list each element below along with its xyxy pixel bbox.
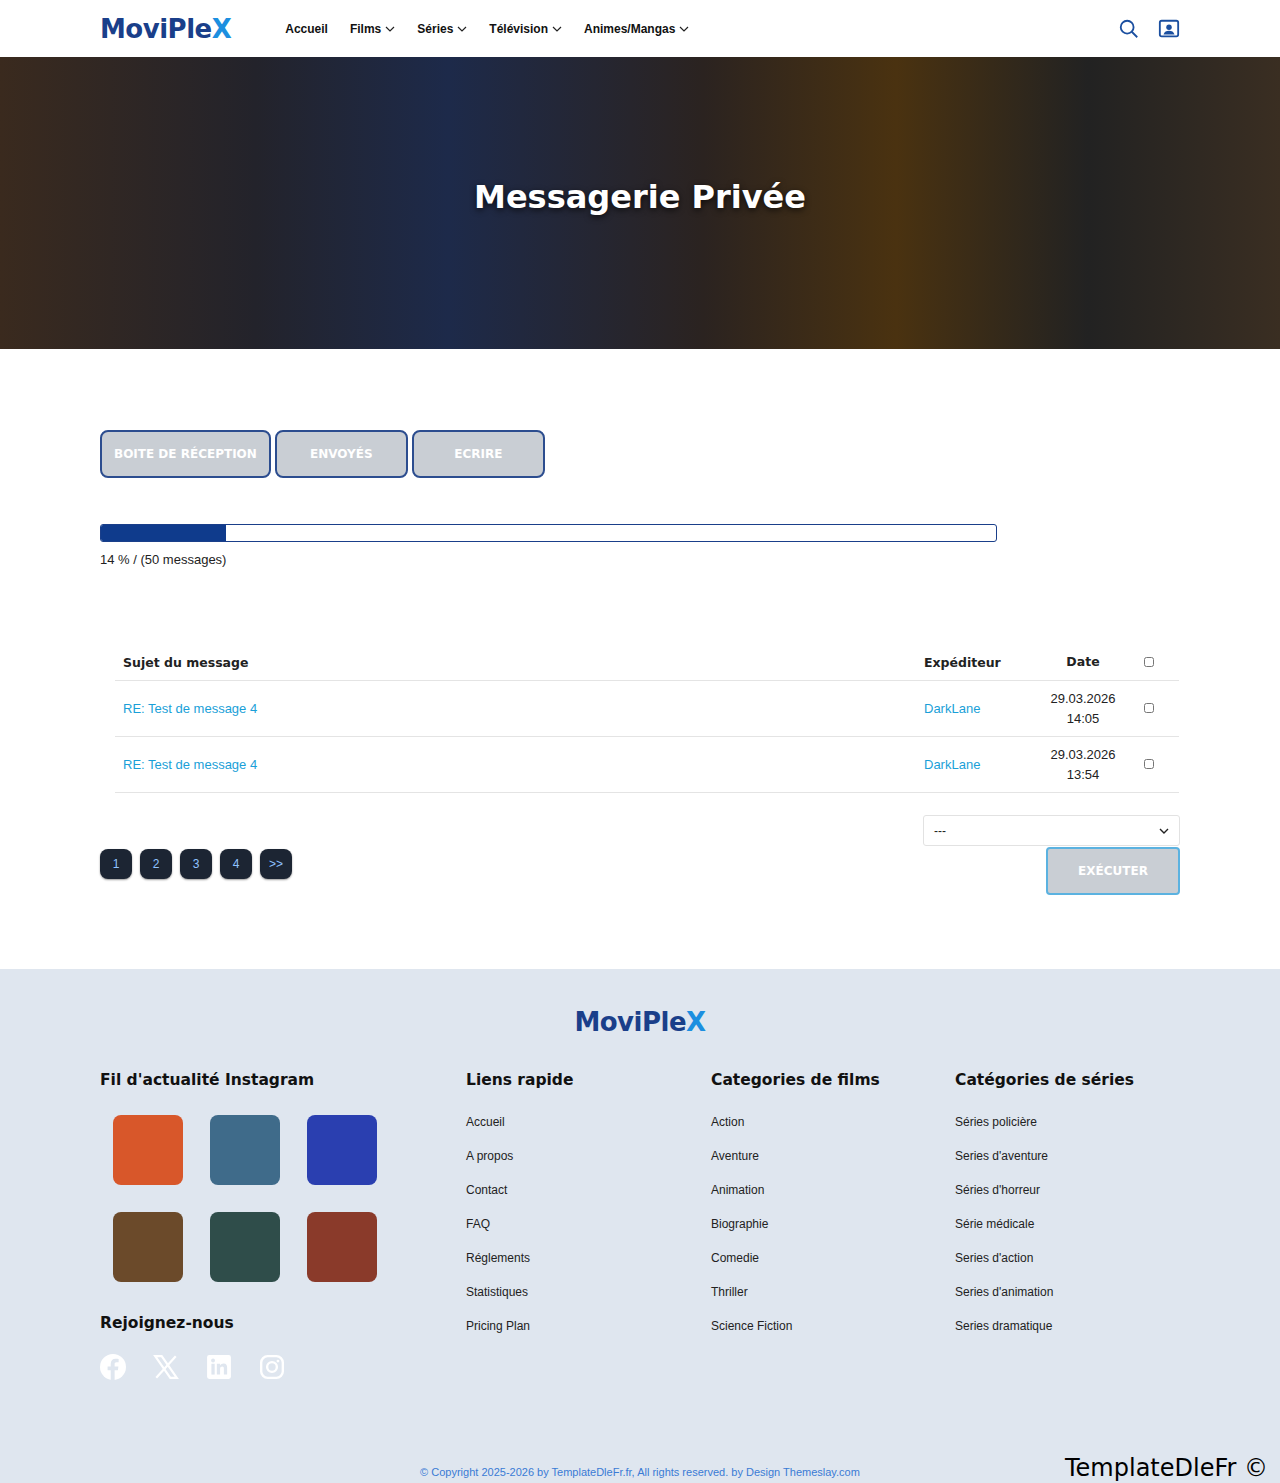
copyright: © Copyright 2025-2026 by TemplateDleFr.f… bbox=[100, 1466, 1180, 1478]
footer-heading: Categories de films bbox=[711, 1071, 955, 1089]
footer-link[interactable]: Science Fiction bbox=[711, 1319, 955, 1353]
table-row: RE: Test de message 4 DarkLane 29.03.20261… bbox=[115, 681, 1179, 737]
nav-item[interactable]: Télévision bbox=[489, 22, 562, 36]
quota-label: 14 % / (50 messages) bbox=[100, 552, 1180, 567]
nav-item[interactable]: Films bbox=[350, 22, 395, 36]
footer-link[interactable]: Series d'animation bbox=[955, 1285, 1180, 1319]
select-all-checkbox[interactable] bbox=[1144, 657, 1154, 667]
footer-link[interactable]: Aventure bbox=[711, 1149, 955, 1183]
linkedin-icon[interactable] bbox=[206, 1354, 232, 1380]
logo[interactable]: MoviPleX bbox=[100, 14, 231, 44]
search-icon[interactable] bbox=[1118, 18, 1140, 40]
footer-link[interactable]: Series dramatique bbox=[955, 1319, 1180, 1353]
column-header: Expéditeur bbox=[923, 644, 1047, 681]
instagram-photo[interactable] bbox=[307, 1115, 377, 1185]
footer-link[interactable]: Série médicale bbox=[955, 1217, 1180, 1251]
chevron-down-icon bbox=[552, 26, 562, 32]
message-date: 29.03.202613:54 bbox=[1047, 737, 1119, 793]
chevron-down-icon bbox=[457, 26, 467, 32]
footer-link[interactable]: Séries d'horreur bbox=[955, 1183, 1180, 1217]
instagram-feed bbox=[113, 1115, 466, 1282]
footer-logo[interactable]: MoviPleX bbox=[100, 1007, 1180, 1037]
row-checkbox[interactable] bbox=[1144, 759, 1154, 769]
nav-item[interactable]: Séries bbox=[417, 22, 467, 36]
footer-link[interactable]: Series d'action bbox=[955, 1251, 1180, 1285]
site-footer: MoviPleX Fil d'actualité Instagram Rejoign… bbox=[0, 969, 1280, 1483]
table-header: Sujet du messageExpéditeurDate bbox=[115, 644, 1179, 681]
column-header: Sujet du message bbox=[115, 644, 923, 681]
footer-link[interactable]: Contact bbox=[466, 1183, 711, 1217]
tab-bar: BOITE DE RÉCEPTIONENVOYÉSECRIRE bbox=[100, 430, 1180, 478]
instagram-photo[interactable] bbox=[113, 1115, 183, 1185]
message-subject[interactable]: RE: Test de message 4 bbox=[123, 701, 257, 716]
chevron-down-icon bbox=[385, 26, 395, 32]
nav-item[interactable]: Animes/Mangas bbox=[584, 22, 689, 36]
footer-link[interactable]: Séries policière bbox=[955, 1115, 1180, 1149]
footer-heading: Catégories de séries bbox=[955, 1071, 1180, 1089]
footer-heading: Liens rapide bbox=[466, 1071, 711, 1089]
page-button[interactable]: 3 bbox=[180, 849, 212, 879]
user-icon[interactable] bbox=[1158, 18, 1180, 40]
footer-link[interactable]: Animation bbox=[711, 1183, 955, 1217]
watermark: TemplateDleFr © bbox=[1065, 1454, 1268, 1482]
x-icon[interactable] bbox=[153, 1354, 179, 1380]
hero-banner: Messagerie Privée bbox=[0, 57, 1280, 349]
footer-link[interactable]: FAQ bbox=[466, 1217, 711, 1251]
main-nav: Accueil Films Séries Télévision Animes/Manga… bbox=[285, 22, 689, 36]
message-table: Sujet du messageExpéditeurDateRE: Test d… bbox=[115, 644, 1179, 793]
footer-link[interactable]: Accueil bbox=[466, 1115, 711, 1149]
quota-bar bbox=[100, 524, 997, 542]
footer-link[interactable]: Réglements bbox=[466, 1251, 711, 1285]
footer-link[interactable]: A propos bbox=[466, 1149, 711, 1183]
page-button[interactable]: 1 bbox=[100, 849, 132, 879]
footer-link[interactable]: Series d'aventure bbox=[955, 1149, 1180, 1183]
tab[interactable]: BOITE DE RÉCEPTION bbox=[100, 430, 271, 478]
page-button[interactable]: >> bbox=[260, 849, 292, 879]
pagination: 1234 >> bbox=[100, 849, 292, 879]
footer-link[interactable]: Action bbox=[711, 1115, 955, 1149]
site-header: MoviPleX Accueil Films Séries Télévision Anim… bbox=[0, 0, 1280, 57]
footer-heading: Fil d'actualité Instagram bbox=[100, 1071, 466, 1089]
footer-link[interactable]: Biographie bbox=[711, 1217, 955, 1251]
footer-link[interactable]: Comedie bbox=[711, 1251, 955, 1285]
quota-fill bbox=[101, 525, 226, 541]
messages-panel: BOITE DE RÉCEPTIONENVOYÉSECRIRE 14 % / (5… bbox=[100, 349, 1180, 969]
execute-button[interactable]: EXÉCUTER bbox=[1046, 847, 1180, 895]
instagram-icon[interactable] bbox=[259, 1354, 285, 1380]
footer-link[interactable]: Statistiques bbox=[466, 1285, 711, 1319]
message-sender[interactable]: DarkLane bbox=[924, 757, 980, 772]
message-date: 29.03.202614:05 bbox=[1047, 681, 1119, 737]
action-select[interactable]: --- bbox=[923, 815, 1180, 846]
chevron-down-icon bbox=[1159, 828, 1169, 834]
nav-item[interactable]: Accueil bbox=[285, 22, 328, 36]
table-row: RE: Test de message 4 DarkLane 29.03.20261… bbox=[115, 737, 1179, 793]
instagram-photo[interactable] bbox=[307, 1212, 377, 1282]
instagram-photo[interactable] bbox=[210, 1212, 280, 1282]
page-button[interactable]: 4 bbox=[220, 849, 252, 879]
column-header: Date bbox=[1047, 644, 1119, 681]
instagram-photo[interactable] bbox=[113, 1212, 183, 1282]
chevron-down-icon bbox=[679, 26, 689, 32]
tab[interactable]: ECRIRE bbox=[412, 430, 545, 478]
footer-link[interactable]: Thriller bbox=[711, 1285, 955, 1319]
page: MoviPleX Accueil Films Séries Télévision Anim… bbox=[0, 0, 1280, 1483]
footer-heading: Rejoignez-nous bbox=[100, 1314, 466, 1332]
message-sender[interactable]: DarkLane bbox=[924, 701, 980, 716]
message-subject[interactable]: RE: Test de message 4 bbox=[123, 757, 257, 772]
page-button[interactable]: 2 bbox=[140, 849, 172, 879]
row-checkbox[interactable] bbox=[1144, 703, 1154, 713]
facebook-icon[interactable] bbox=[100, 1354, 126, 1380]
footer-link[interactable]: Pricing Plan bbox=[466, 1319, 711, 1353]
tab[interactable]: ENVOYÉS bbox=[275, 430, 408, 478]
instagram-photo[interactable] bbox=[210, 1115, 280, 1185]
page-title: Messagerie Privée bbox=[474, 178, 806, 216]
